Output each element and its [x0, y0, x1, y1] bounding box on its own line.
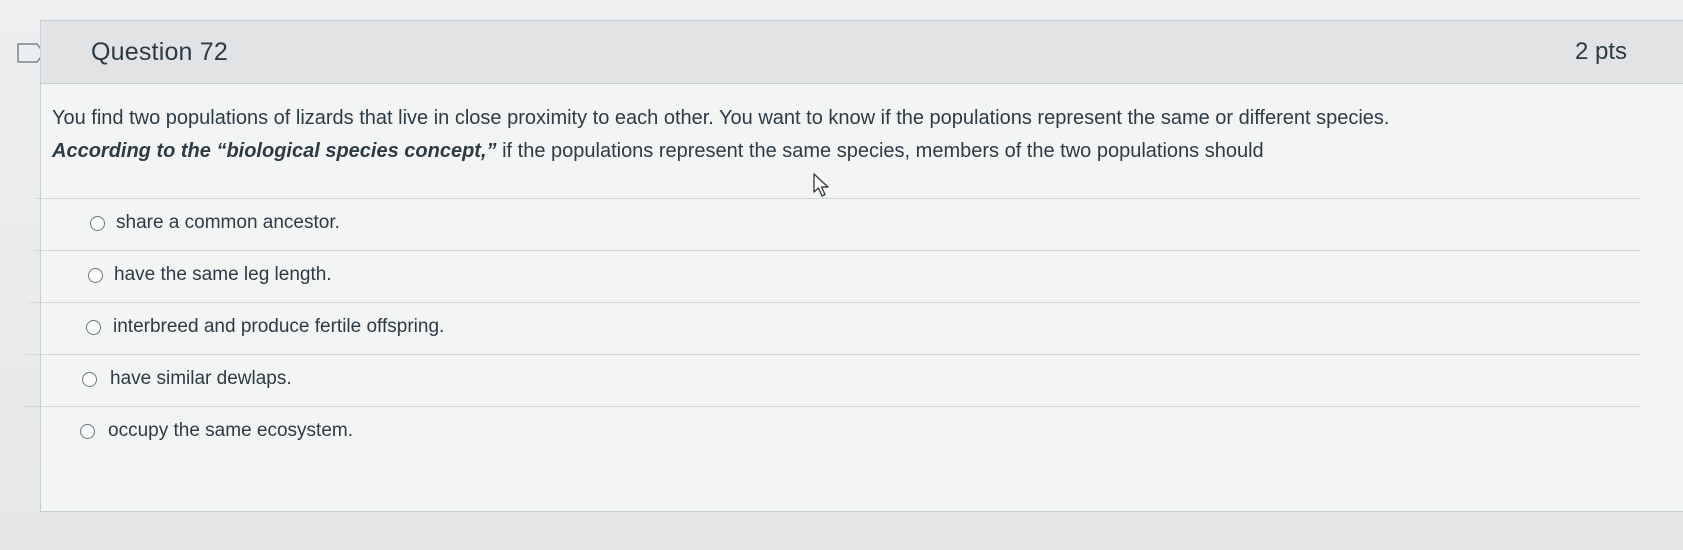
answer-list: share a common ancestor. have the same l… — [24, 198, 1640, 458]
answer-option[interactable]: interbreed and produce fertile offspring… — [30, 302, 1640, 354]
answer-label: have similar dewlaps. — [110, 368, 292, 389]
answer-option[interactable]: share a common ancestor. — [36, 198, 1640, 250]
question-text: You find two populations of lizards that… — [52, 102, 1632, 168]
quiz-page: Question 72 2 pts You find two populatio… — [0, 0, 1683, 550]
answer-option[interactable]: have the same leg length. — [34, 250, 1640, 302]
answer-label: interbreed and produce fertile offspring… — [113, 316, 445, 337]
radio-unchecked-icon[interactable] — [88, 268, 103, 283]
answer-label: have the same leg length. — [114, 264, 332, 285]
radio-unchecked-icon[interactable] — [90, 216, 105, 231]
radio-unchecked-icon[interactable] — [86, 320, 101, 335]
question-title: Question 72 — [91, 38, 229, 66]
question-points: 2 pts — [1574, 38, 1627, 65]
radio-unchecked-icon[interactable] — [80, 424, 95, 439]
answer-label: occupy the same ecosystem. — [108, 420, 353, 441]
question-text-rest: if the populations represent the same sp… — [496, 140, 1264, 162]
answer-option[interactable]: have similar dewlaps. — [26, 354, 1640, 406]
question-text-emphasis: According to the “biological species con… — [52, 140, 497, 162]
answer-label: share a common ancestor. — [116, 212, 340, 233]
answer-option[interactable]: occupy the same ecosystem. — [24, 406, 1640, 458]
mouse-pointer-icon — [813, 173, 829, 197]
question-header: Question 72 2 pts — [41, 21, 1683, 84]
radio-unchecked-icon[interactable] — [82, 372, 97, 387]
question-text-intro: You find two populations of lizards that… — [52, 107, 1390, 129]
